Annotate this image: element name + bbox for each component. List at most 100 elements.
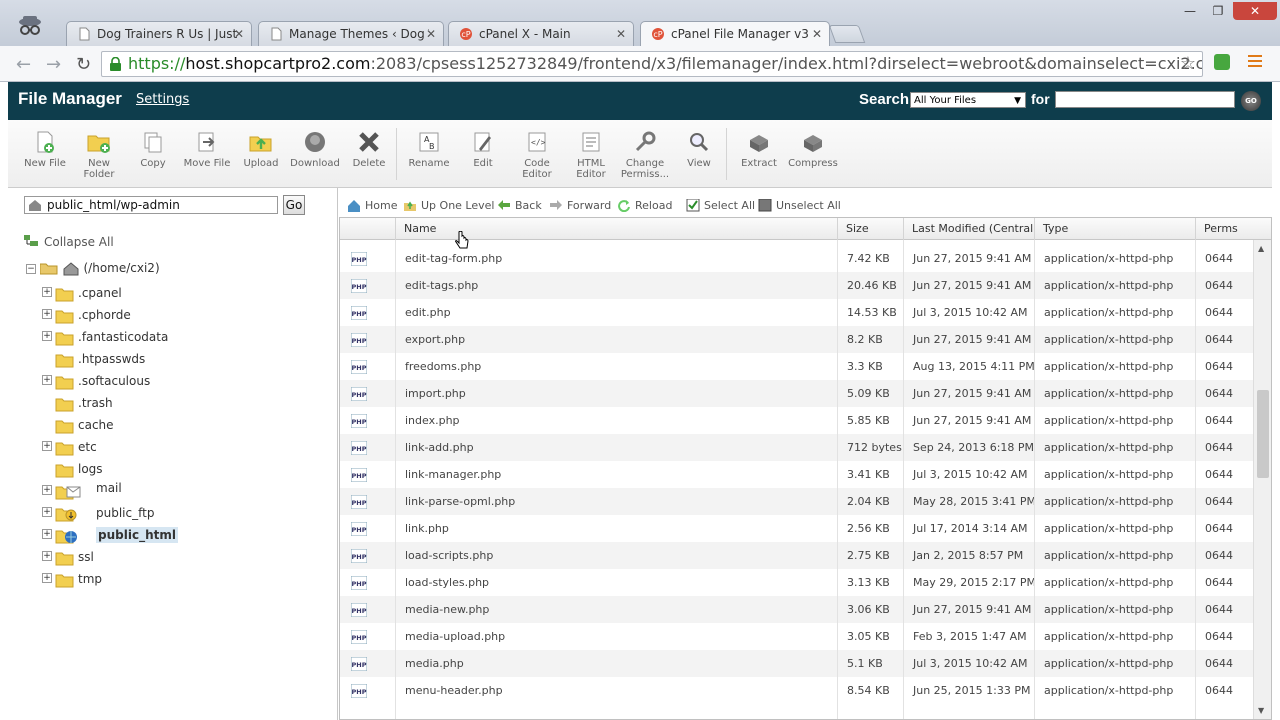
cell-perms: 0644 [1205, 522, 1233, 535]
unselect-all-link[interactable]: Unselect All [758, 198, 841, 212]
new-folder-button[interactable]: New Folder [72, 130, 126, 180]
browser-tab[interactable]: cP cPanel X - Main ✕ [448, 21, 634, 46]
minimize-button[interactable]: — [1176, 2, 1204, 20]
close-window-button[interactable]: ✕ [1233, 2, 1277, 20]
svg-text:PHP: PHP [352, 418, 367, 426]
permissions-button[interactable]: Change Permiss... [618, 130, 672, 180]
extract-button[interactable]: Extract [732, 130, 786, 169]
table-row[interactable]: PHP menu-header.php 8.54 KB Jun 25, 2015 1:… [340, 677, 1253, 704]
edit-button[interactable]: Edit [456, 130, 510, 169]
forward-button[interactable]: → [46, 54, 61, 75]
column-perms[interactable]: Perms [1195, 218, 1253, 240]
copy-button[interactable]: Copy [126, 130, 180, 169]
reload-link[interactable]: Reload [617, 199, 672, 213]
expand-toggle[interactable]: + [42, 331, 52, 341]
expand-toggle[interactable]: + [42, 551, 52, 561]
collapse-all-link[interactable]: Collapse All [24, 235, 114, 249]
table-row[interactable]: PHP edit.php 14.53 KB Jul 3, 2015 10:42 AM a… [340, 299, 1253, 326]
cell-name: link-parse-opml.php [405, 495, 516, 508]
html-editor-button[interactable]: HTML Editor [564, 130, 618, 180]
table-row[interactable]: PHP freedoms.php 3.3 KB Aug 13, 2015 4:11 P… [340, 353, 1253, 380]
table-row[interactable]: PHP export.php 8.2 KB Jun 27, 2015 9:41 AM a… [340, 326, 1253, 353]
file-table: Name Size Last Modified (Central Da Type… [339, 217, 1272, 720]
column-type[interactable]: Type [1034, 218, 1195, 240]
table-row[interactable]: PHP media-upload.php 3.05 KB Feb 3, 2015 1:… [340, 623, 1253, 650]
cell-modified: Jul 3, 2015 10:42 AM [913, 468, 1028, 481]
vertical-scrollbar[interactable]: ▲ ▼ [1253, 240, 1271, 719]
forward-link[interactable]: Forward [549, 199, 611, 212]
table-row[interactable]: PHP link-parse-opml.php 2.04 KB May 28, 201… [340, 488, 1253, 515]
cell-size: 20.46 KB [847, 279, 897, 292]
tree-item-label: ssl [78, 550, 94, 564]
table-row[interactable]: PHP link.php 2.56 KB Jul 17, 2014 3:14 AM ap… [340, 515, 1253, 542]
column-size[interactable]: Size [837, 218, 903, 240]
settings-link[interactable]: Settings [136, 92, 189, 107]
edit-icon [471, 130, 495, 154]
scroll-thumb[interactable] [1257, 390, 1269, 478]
incognito-icon [19, 16, 41, 35]
maximize-button[interactable]: ❐ [1204, 2, 1232, 20]
expand-toggle[interactable]: + [42, 441, 52, 451]
download-button[interactable]: Download [288, 130, 342, 169]
table-row[interactable]: PHP index.php 5.85 KB Jun 27, 2015 9:41 AM a… [340, 407, 1253, 434]
search-go-button[interactable]: GO [1241, 91, 1261, 111]
new-file-button[interactable]: New File [18, 130, 72, 169]
scroll-up-icon[interactable]: ▲ [1258, 244, 1264, 253]
new-tab-button[interactable] [828, 25, 866, 43]
browser-tab[interactable]: Manage Themes ‹ Dog Tr ✕ [258, 21, 444, 46]
table-row[interactable]: PHP load-styles.php 3.13 KB May 29, 2015 2:… [340, 569, 1253, 596]
expand-toggle[interactable]: + [42, 507, 52, 517]
table-row[interactable]: PHP edit-tag-form.php 7.42 KB Jun 27, 2015 … [340, 245, 1253, 272]
rename-button[interactable]: A B Rename [402, 130, 456, 169]
table-row[interactable]: PHP load-scripts.php 2.75 KB Jan 2, 2015 8:… [340, 542, 1253, 569]
collapse-toggle[interactable]: − [26, 263, 36, 274]
extension-icon[interactable] [1214, 54, 1230, 70]
url-field[interactable]: https://host.shopcartpro2.com:2083/cpses… [101, 51, 1203, 77]
expand-toggle[interactable]: + [42, 309, 52, 319]
expand-toggle[interactable]: + [42, 287, 52, 297]
nav-label: Forward [567, 199, 612, 212]
table-row[interactable]: PHP media-new.php 3.06 KB Jun 27, 2015 9:41… [340, 596, 1253, 623]
table-row[interactable]: PHP link-manager.php 3.41 KB Jul 3, 2015 10… [340, 461, 1253, 488]
bookmark-star-icon[interactable]: ☆ [1180, 52, 1196, 76]
column-modified[interactable]: Last Modified (Central Da [903, 218, 1034, 240]
browser-menu-icon[interactable] [1248, 55, 1262, 69]
reload-button[interactable]: ↻ [76, 54, 91, 75]
move-file-button[interactable]: Move File [180, 130, 234, 169]
expand-toggle[interactable]: + [42, 375, 52, 385]
compress-button[interactable]: Compress [786, 130, 840, 169]
close-tab-icon[interactable]: ✕ [616, 27, 626, 41]
cell-modified: Jun 27, 2015 9:41 AM [913, 333, 1032, 346]
close-tab-icon[interactable]: ✕ [234, 27, 244, 41]
code-editor-button[interactable]: </> Code Editor [510, 130, 564, 180]
browser-tab[interactable]: Dog Trainers R Us | Just a ✕ [66, 21, 252, 46]
table-row[interactable]: PHP link-add.php 712 bytes Sep 24, 2013 6:1… [340, 434, 1253, 461]
cell-perms: 0644 [1205, 603, 1233, 616]
expand-toggle[interactable]: + [42, 573, 52, 583]
close-tab-icon[interactable]: ✕ [426, 27, 436, 41]
table-row[interactable]: PHP import.php 5.09 KB Jun 27, 2015 9:41 AM… [340, 380, 1253, 407]
search-scope-select[interactable]: All Your Files [910, 92, 1026, 109]
back-link[interactable]: Back [497, 199, 542, 212]
path-go-button[interactable]: Go [283, 195, 305, 215]
browser-tab[interactable]: cP cPanel File Manager v3 ✕ [640, 21, 830, 47]
table-row[interactable]: PHP media.php 5.1 KB Jul 3, 2015 10:42 AM ap… [340, 650, 1253, 677]
close-tab-icon[interactable]: ✕ [812, 27, 822, 41]
upload-button[interactable]: Upload [234, 130, 288, 169]
scroll-down-icon[interactable]: ▼ [1258, 706, 1264, 715]
up-one-level-link[interactable]: Up One Level [403, 199, 494, 212]
select-all-link[interactable]: Select All [686, 198, 755, 212]
cell-modified: Sep 24, 2013 6:18 PM [913, 441, 1034, 454]
folder-icon [55, 396, 74, 412]
cell-name: media-new.php [405, 603, 490, 616]
delete-button[interactable]: Delete [342, 130, 396, 169]
path-input[interactable]: public_html/wp-admin [24, 196, 278, 214]
home-link[interactable]: Home [347, 199, 397, 212]
expand-toggle[interactable]: + [42, 529, 52, 539]
back-button[interactable]: ← [16, 54, 31, 75]
expand-toggle[interactable]: + [42, 485, 52, 495]
table-row[interactable]: PHP edit-tags.php 20.46 KB Jun 27, 2015 9:4… [340, 272, 1253, 299]
tree-root[interactable]: − (/home/cxi2) [26, 261, 160, 276]
search-input[interactable] [1055, 91, 1235, 108]
view-button[interactable]: View [672, 130, 726, 169]
